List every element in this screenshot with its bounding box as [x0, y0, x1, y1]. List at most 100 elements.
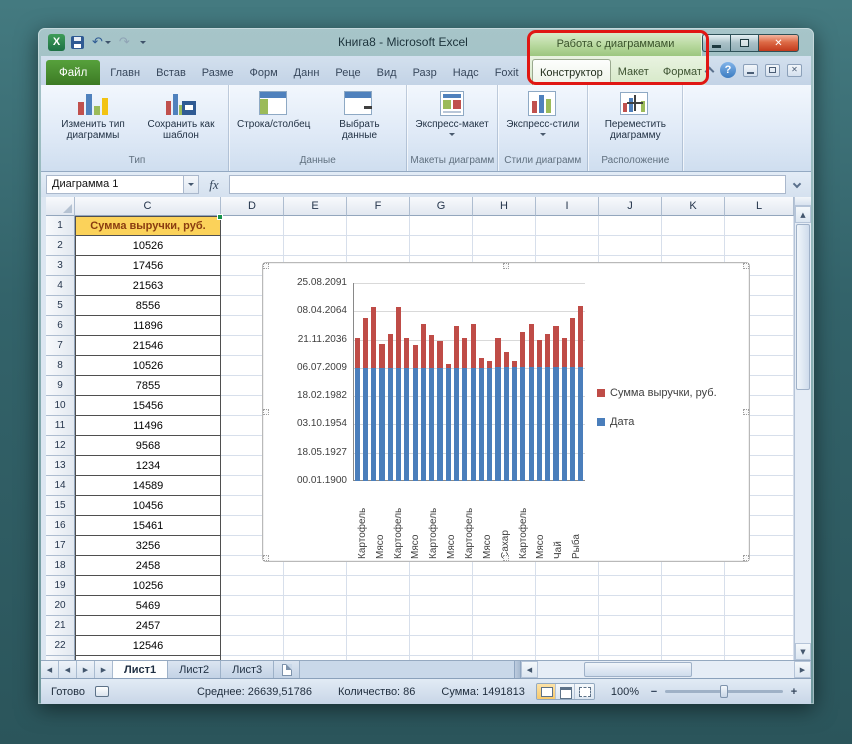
button-Переместить диаграмму[interactable]: Переместить диаграмму	[591, 86, 679, 152]
chart-legend[interactable]: Сумма выручки, руб.Дата	[597, 387, 717, 428]
normal-view-button[interactable]	[537, 684, 556, 699]
zoom-in-button[interactable]: +	[787, 686, 801, 698]
cell-L1[interactable]	[725, 216, 794, 236]
cell-F21[interactable]	[347, 616, 410, 636]
cell-F19[interactable]	[347, 576, 410, 596]
cell-K22[interactable]	[662, 636, 725, 656]
horizontal-scrollbar-thumb[interactable]	[584, 662, 692, 677]
scroll-down-button[interactable]: ▼	[795, 643, 811, 660]
cell-F23[interactable]	[347, 656, 410, 660]
row-header-23[interactable]: 23	[46, 656, 75, 660]
tab-Главн[interactable]: Главн	[102, 60, 148, 85]
restore-button[interactable]	[730, 34, 758, 52]
formula-input[interactable]	[229, 175, 786, 194]
zoom-slider[interactable]	[665, 690, 783, 693]
cell-L21[interactable]	[725, 616, 794, 636]
sheet-tab-Лист3[interactable]: Лист3	[221, 661, 274, 678]
last-sheet-button[interactable]: ▶	[95, 661, 113, 678]
row-header-11[interactable]: 11	[46, 416, 75, 436]
cell-C2[interactable]: 10526	[75, 236, 221, 256]
workbook-minimize-button[interactable]	[743, 64, 758, 77]
cell-I19[interactable]	[536, 576, 599, 596]
row-header-20[interactable]: 20	[46, 596, 75, 616]
previous-sheet-button[interactable]: ◀	[59, 661, 77, 678]
cell-H20[interactable]	[473, 596, 536, 616]
sheet-tab-Лист1[interactable]: Лист1	[113, 661, 168, 678]
cell-E2[interactable]	[284, 236, 347, 256]
qat-customize-button[interactable]	[136, 34, 148, 51]
cell-K21[interactable]	[662, 616, 725, 636]
row-header-3[interactable]: 3	[46, 256, 75, 276]
cell-E21[interactable]	[284, 616, 347, 636]
cell-D23[interactable]	[221, 656, 284, 660]
cell-C9[interactable]: 7855	[75, 376, 221, 396]
cell-G20[interactable]	[410, 596, 473, 616]
cell-H19[interactable]	[473, 576, 536, 596]
cell-L20[interactable]	[725, 596, 794, 616]
cell-G21[interactable]	[410, 616, 473, 636]
cell-C8[interactable]: 10526	[75, 356, 221, 376]
tab-Надс[interactable]: Надс	[445, 60, 487, 85]
chart-selection-handle[interactable]	[263, 555, 269, 561]
cell-G23[interactable]	[410, 656, 473, 660]
cell-J21[interactable]	[599, 616, 662, 636]
cell-K20[interactable]	[662, 596, 725, 616]
chart[interactable]: Сумма выручки, руб.Дата 25.08.209108.04.…	[262, 262, 750, 562]
button-Экспресс-стили[interactable]: Экспресс-стили	[501, 86, 584, 152]
column-header-F[interactable]: F	[347, 197, 410, 216]
cell-L22[interactable]	[725, 636, 794, 656]
tab-Foxit[interactable]: Foxit	[487, 60, 527, 85]
cell-C1[interactable]: Сумма выручки, руб.	[75, 216, 221, 236]
vertical-split-handle[interactable]	[795, 197, 811, 206]
cell-H22[interactable]	[473, 636, 536, 656]
cell-H1[interactable]	[473, 216, 536, 236]
macro-record-icon[interactable]	[95, 686, 109, 697]
sheet-tab-Лист2[interactable]: Лист2	[168, 661, 221, 678]
tab-splitter-handle[interactable]	[514, 661, 521, 678]
cell-C21[interactable]: 2457	[75, 616, 221, 636]
cell-C12[interactable]: 9568	[75, 436, 221, 456]
zoom-level[interactable]: 100%	[611, 686, 639, 698]
workbook-restore-button[interactable]	[765, 64, 780, 77]
help-button[interactable]: ?	[720, 62, 736, 78]
vertical-scrollbar-thumb[interactable]	[796, 224, 810, 390]
column-header-L[interactable]: L	[725, 197, 794, 216]
cell-I21[interactable]	[536, 616, 599, 636]
first-sheet-button[interactable]: ◀	[41, 661, 59, 678]
cell-J20[interactable]	[599, 596, 662, 616]
save-button[interactable]	[69, 34, 86, 51]
button-Изменить тип диаграммы[interactable]: Изменить тип диаграммы	[49, 86, 137, 152]
chart-selection-handle[interactable]	[263, 409, 269, 415]
row-header-5[interactable]: 5	[46, 296, 75, 316]
cell-L2[interactable]	[725, 236, 794, 256]
cell-F20[interactable]	[347, 596, 410, 616]
undo-button[interactable]: ↶	[90, 34, 113, 51]
cell-L19[interactable]	[725, 576, 794, 596]
row-header-6[interactable]: 6	[46, 316, 75, 336]
name-box-dropdown[interactable]	[184, 175, 199, 194]
row-header-4[interactable]: 4	[46, 276, 75, 296]
tab-Встав[interactable]: Встав	[148, 60, 194, 85]
cell-L23[interactable]	[725, 656, 794, 660]
cell-C15[interactable]: 10456	[75, 496, 221, 516]
cell-D22[interactable]	[221, 636, 284, 656]
row-header-10[interactable]: 10	[46, 396, 75, 416]
column-header-H[interactable]: H	[473, 197, 536, 216]
cell-C22[interactable]: 12546	[75, 636, 221, 656]
cell-F1[interactable]	[347, 216, 410, 236]
close-button[interactable]: ✕	[758, 34, 799, 52]
tab-Данн[interactable]: Данн	[286, 60, 328, 85]
tab-Форм[interactable]: Форм	[242, 60, 286, 85]
row-header-8[interactable]: 8	[46, 356, 75, 376]
cell-C6[interactable]: 11896	[75, 316, 221, 336]
cell-I20[interactable]	[536, 596, 599, 616]
zoom-slider-thumb[interactable]	[720, 685, 728, 698]
cell-G2[interactable]	[410, 236, 473, 256]
cell-J22[interactable]	[599, 636, 662, 656]
cell-D21[interactable]	[221, 616, 284, 636]
row-header-15[interactable]: 15	[46, 496, 75, 516]
row-header-16[interactable]: 16	[46, 516, 75, 536]
row-header-17[interactable]: 17	[46, 536, 75, 556]
minimize-button[interactable]	[702, 34, 730, 52]
collapse-ribbon-icon[interactable]	[705, 67, 715, 77]
